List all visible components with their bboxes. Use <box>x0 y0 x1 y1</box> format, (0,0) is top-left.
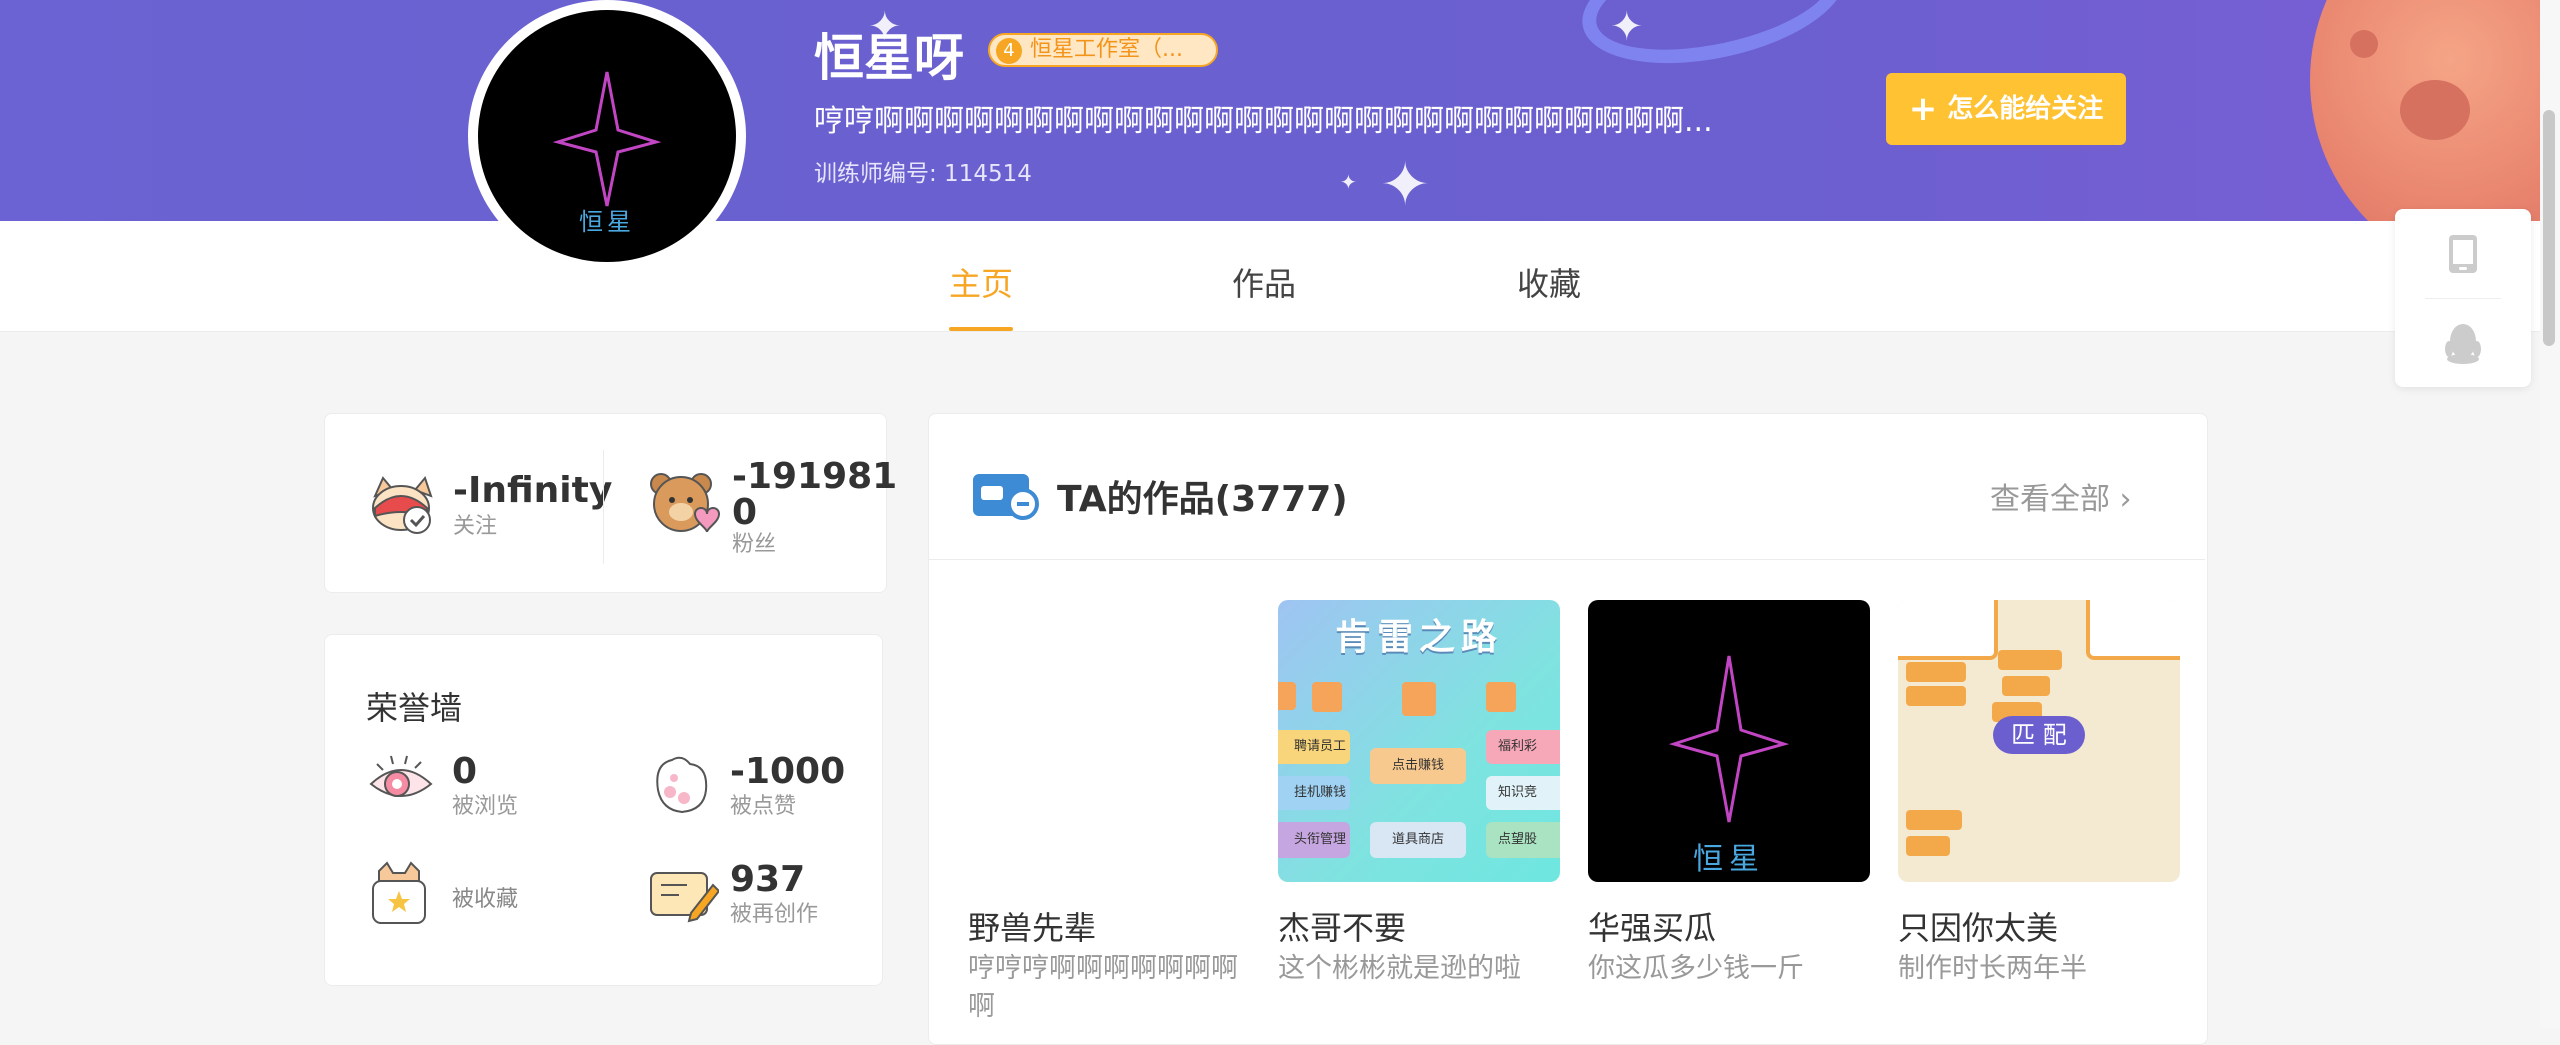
work-desc-3: 你这瓜多少钱一斤 <box>1588 953 1804 984</box>
work-title-2[interactable]: 杰哥不要 <box>1278 903 1406 949</box>
plus-icon: + <box>1908 89 1938 129</box>
thumb2-button: 头衔管理 <box>1278 822 1350 858</box>
match-button: 匹 配 <box>1993 716 2085 754</box>
works-header-divider <box>929 559 2205 560</box>
profile-name: 恒星呀 <box>814 29 964 87</box>
following-cat-icon <box>372 475 433 534</box>
trainer-id: 训练师编号: 114514 <box>814 161 1032 187</box>
side-float-panel <box>2395 209 2531 387</box>
sparkle-icon: ✦ <box>1610 4 1644 50</box>
likes-count: -1000 <box>730 751 846 792</box>
thumb3-text: 恒星 <box>1693 842 1765 877</box>
chevron-right-icon: › <box>2119 482 2132 517</box>
thumb2-button: 知识竞 <box>1486 776 1560 810</box>
work-desc-1-line1: 哼哼哼啊啊啊啊啊啊啊 <box>968 953 1238 984</box>
work-desc-1-line2: 啊 <box>968 991 995 1022</box>
sparkle-icon: ✦ <box>1380 150 1431 220</box>
work-title-4[interactable]: 只因你太美 <box>1898 903 2058 949</box>
work-thumbnail-3[interactable]: 恒星 <box>1588 600 1870 882</box>
thumb2-button: 挂机赚钱 <box>1278 776 1350 810</box>
fans-label: 粉丝 <box>732 532 777 557</box>
recreate-count: 937 <box>730 859 806 900</box>
honor-wall-card: 荣誉墙 0 被浏览 -1000 被点赞 被收藏 937 被再创作 <box>324 634 883 986</box>
recreate-label: 被再创作 <box>730 902 819 927</box>
thumb2-heading: 肯雷之路 <box>1334 616 1503 658</box>
honor-wall-title: 荣誉墙 <box>366 689 463 727</box>
active-tab-indicator <box>949 327 1013 331</box>
views-count: 0 <box>452 751 478 792</box>
profile-banner: ✦ ✦ ✦ ✦ 恒星呀 4 恒星工作室（... 哼哼啊啊啊啊啊啊啊啊啊啊啊啊啊啊… <box>0 0 2560 221</box>
work-thumbnail-1[interactable] <box>968 600 1250 882</box>
recreate-pencil-icon <box>650 872 719 923</box>
planet-decoration <box>2310 0 2560 221</box>
work-title-3[interactable]: 华强买瓜 <box>1588 903 1716 949</box>
thumb2-button: 道具商店 <box>1370 822 1466 858</box>
thumb2-button: 点望股 <box>1486 822 1560 858</box>
fans-count-line1[interactable]: -191981 <box>732 458 897 496</box>
thumb2-button: 福利彩 <box>1486 730 1560 764</box>
phone-icon[interactable] <box>2446 233 2480 275</box>
see-all-link[interactable]: 查看全部 › <box>1990 474 2132 518</box>
tab-works[interactable]: 作品 <box>1232 259 1296 305</box>
scrollbar-thumb[interactable] <box>2543 110 2555 346</box>
following-label: 关注 <box>453 514 498 539</box>
sparkle-icon: ✦ <box>1340 170 1357 194</box>
profile-tabbar: 主页 作品 收藏 <box>0 221 2540 332</box>
work-thumbnail-2[interactable]: 肯雷之路 聘请员工 点击赚钱 福利彩 挂机赚钱 知识竞 头衔管理 道具商店 点望… <box>1278 600 1560 882</box>
stats-divider <box>603 450 604 564</box>
works-title: TA的作品(3777) <box>1057 479 1348 520</box>
work-desc-2: 这个彬彬就是逊的啦 <box>1278 953 1521 984</box>
favorites-box-icon <box>372 861 426 924</box>
qq-penguin-icon[interactable] <box>2444 321 2482 365</box>
follow-stats-card: -Infinity 关注 -191981 0 粉丝 <box>324 413 897 593</box>
fans-bear-icon <box>650 473 721 533</box>
thumb2-button: 聘请员工 <box>1278 730 1350 764</box>
works-game-icon <box>973 474 1039 520</box>
likes-label: 被点赞 <box>730 794 797 819</box>
eye-icon <box>369 755 433 797</box>
tab-home[interactable]: 主页 <box>949 259 1013 305</box>
favorites-label: 被收藏 <box>452 887 519 912</box>
work-desc-4: 制作时长两年半 <box>1898 953 2087 984</box>
following-count[interactable]: -Infinity <box>453 472 612 510</box>
profile-bio: 哼哼啊啊啊啊啊啊啊啊啊啊啊啊啊啊啊啊啊啊啊啊啊啊啊啊啊啊啊... <box>814 104 1713 139</box>
studio-badge-number: 4 <box>996 38 1022 64</box>
tab-favorites[interactable]: 收藏 <box>1517 259 1581 305</box>
studio-badge-label: 恒星工作室（... <box>1030 37 1183 62</box>
avatar-text: 恒星 <box>579 208 635 236</box>
thumb2-button: 点击赚钱 <box>1370 748 1466 784</box>
studio-badge[interactable]: 4 恒星工作室（... <box>988 33 1218 67</box>
work-thumbnail-4[interactable]: 匹 配 <box>1898 600 2180 882</box>
see-all-label: 查看全部 <box>1990 482 2110 517</box>
views-label: 被浏览 <box>452 794 519 819</box>
avatar[interactable]: 恒星 <box>468 0 746 272</box>
work-title-1[interactable]: 野兽先辈 <box>968 903 1096 949</box>
paw-like-icon <box>656 756 708 814</box>
follow-button[interactable]: + 怎么能给关注 <box>1886 73 2126 145</box>
follow-button-label: 怎么能给关注 <box>1947 94 2104 124</box>
